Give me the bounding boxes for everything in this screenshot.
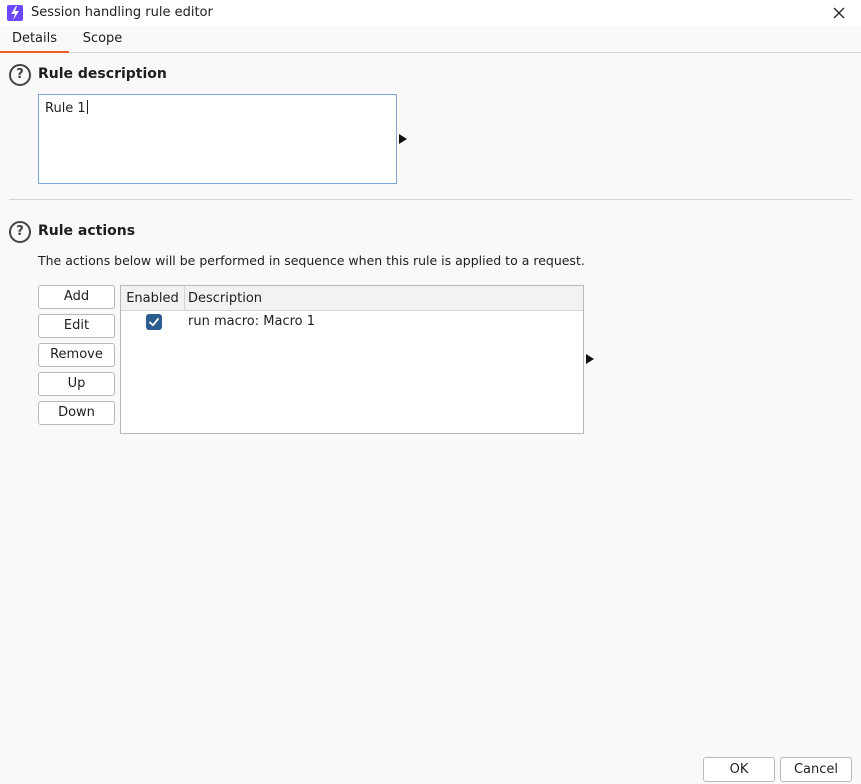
window-title: Session handling rule editor	[31, 5, 213, 20]
expand-arrow-icon[interactable]	[399, 134, 407, 144]
down-button[interactable]: Down	[38, 401, 115, 425]
add-button[interactable]: Add	[38, 285, 115, 309]
rule-actions-description: The actions below will be performed in s…	[38, 253, 585, 268]
close-icon[interactable]	[829, 3, 849, 23]
question-icon[interactable]: ?	[9, 221, 31, 243]
table-row[interactable]: run macro: Macro 1	[121, 312, 583, 334]
section-divider	[9, 199, 852, 200]
edit-button[interactable]: Edit	[38, 314, 115, 338]
up-button[interactable]: Up	[38, 372, 115, 396]
rule-description-heading: Rule description	[38, 66, 167, 82]
tab-bar: Details Scope	[0, 26, 861, 53]
column-header-description[interactable]: Description	[188, 286, 262, 311]
remove-button[interactable]: Remove	[38, 343, 115, 367]
ok-button[interactable]: OK	[703, 757, 775, 782]
title-bar: Session handling rule editor	[0, 0, 861, 26]
table-header: Enabled Description	[121, 286, 583, 311]
lightning-icon	[7, 5, 23, 21]
text-caret	[86, 100, 88, 114]
enabled-checkbox[interactable]	[146, 314, 162, 330]
rule-description-input[interactable]: Rule 1	[38, 94, 397, 184]
question-icon[interactable]: ?	[9, 64, 31, 86]
action-description: run macro: Macro 1	[188, 314, 316, 329]
rule-description-value: Rule 1	[45, 101, 86, 116]
tab-details[interactable]: Details	[0, 26, 69, 53]
rule-actions-heading: Rule actions	[38, 223, 136, 239]
cancel-button[interactable]: Cancel	[780, 757, 852, 782]
column-header-enabled[interactable]: Enabled	[121, 286, 185, 311]
expand-arrow-icon[interactable]	[586, 354, 594, 364]
tab-scope[interactable]: Scope	[69, 26, 136, 52]
rule-actions-table: Enabled Description run macro: Macro 1	[120, 285, 584, 434]
